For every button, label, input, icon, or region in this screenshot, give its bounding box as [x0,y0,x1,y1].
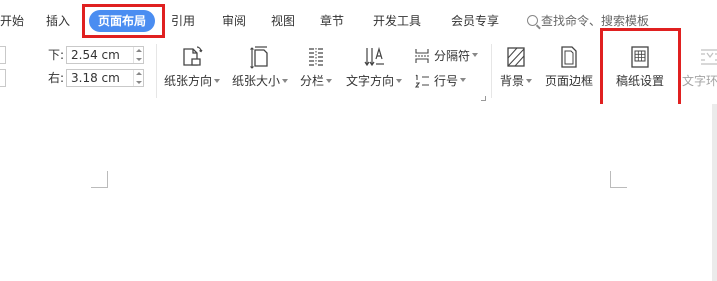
tab-member-exclusive[interactable]: 会员专享 [451,13,499,29]
chevron-down-icon [460,78,467,82]
tab-insert[interactable]: 插入 [46,13,70,29]
tab-view[interactable]: 视图 [271,13,295,29]
manuscript-settings-label: 稿纸设置 [615,74,664,88]
tab-page-layout[interactable]: 页面布局 [89,10,156,32]
right-margin-value: 3.18 cm [71,71,120,85]
text-direction-button[interactable]: 文字方向 [342,42,406,98]
text-direction-icon [364,46,384,67]
bottom-margin-input[interactable]: 2.54 cm [66,46,144,64]
orientation-button[interactable]: 纸张方向 [160,42,224,98]
top-right-margin-mark [610,171,627,188]
paper-size-button[interactable]: 纸张大小 [228,42,292,98]
tab-review[interactable]: 审阅 [222,13,246,29]
top-left-margin-mark [91,171,108,188]
chevron-down-icon [396,78,402,83]
tab-section[interactable]: 章节 [320,13,344,29]
bottom-margin-label: 下: [48,48,65,62]
columns-label: 分栏 [299,74,324,88]
vertical-scrollbar-track[interactable] [712,104,717,281]
paper-size-label: 纸张大小 [231,74,280,88]
ribbon-separator [491,44,492,98]
left-margin-stepper[interactable] [0,69,6,87]
orientation-label: 纸张方向 [163,74,212,88]
right-margin-spinner[interactable] [133,70,143,86]
chevron-down-icon [526,78,532,83]
manuscript-grid-icon [631,46,649,68]
search-icon [527,15,538,26]
background-button[interactable]: 背景 [496,42,536,98]
separator-label: 分隔符 [434,49,471,63]
tab-developer-tools[interactable]: 开发工具 [373,13,421,29]
chevron-down-icon [326,78,332,83]
page-border-button[interactable]: 页面边框 [540,42,598,98]
separator-button[interactable]: 分隔符 [414,47,479,65]
text-wrap-button[interactable]: 文字环 [680,42,717,98]
line-numbers-label: 行号 [434,74,459,88]
right-margin-label: 右: [48,71,65,85]
text-wrap-icon [701,49,717,65]
background-label: 背景 [499,74,524,88]
command-search-label: 查找命令、搜索模板 [541,14,650,28]
tab-references[interactable]: 引用 [171,13,195,29]
paper-size-icon [250,46,268,69]
line-numbers-icon [414,74,429,88]
columns-button[interactable]: 分栏 [296,42,336,98]
text-direction-label: 文字方向 [345,74,394,88]
command-search[interactable]: 查找命令、搜索模板 [527,13,649,29]
ribbon-separator [156,44,157,98]
background-icon [507,47,525,67]
right-margin-input[interactable]: 3.18 cm [66,69,144,87]
left-margin-stepper[interactable] [0,46,6,64]
document-page[interactable] [0,104,712,281]
document-canvas [0,104,717,281]
page-orientation-icon [183,46,203,66]
page-setup-dialog-launcher[interactable] [481,96,486,101]
manuscript-settings-button[interactable]: 稿纸设置 [606,42,674,98]
chevron-down-icon [214,78,220,83]
page-border-icon [561,46,577,68]
page-break-icon [415,49,429,63]
bottom-margin-spinner[interactable] [133,47,143,63]
bottom-margin-value: 2.54 cm [71,48,120,62]
page-layout-ribbon: 下: 2.54 cm 右: 3.18 cm 纸张方向 纸张大小 分栏 文字方向 … [0,42,717,104]
columns-icon [309,48,323,66]
line-numbers-button[interactable]: 行号 [414,72,467,90]
tab-start[interactable]: 开始 [0,13,24,29]
text-wrap-label: 文字环 [682,74,717,88]
ribbon-tab-bar: 开始 插入 页面布局 引用 审阅 视图 章节 开发工具 会员专享 查找命令、搜索… [0,0,717,42]
page-border-label: 页面边框 [544,74,593,88]
chevron-down-icon [282,78,288,83]
chevron-down-icon [472,53,479,57]
